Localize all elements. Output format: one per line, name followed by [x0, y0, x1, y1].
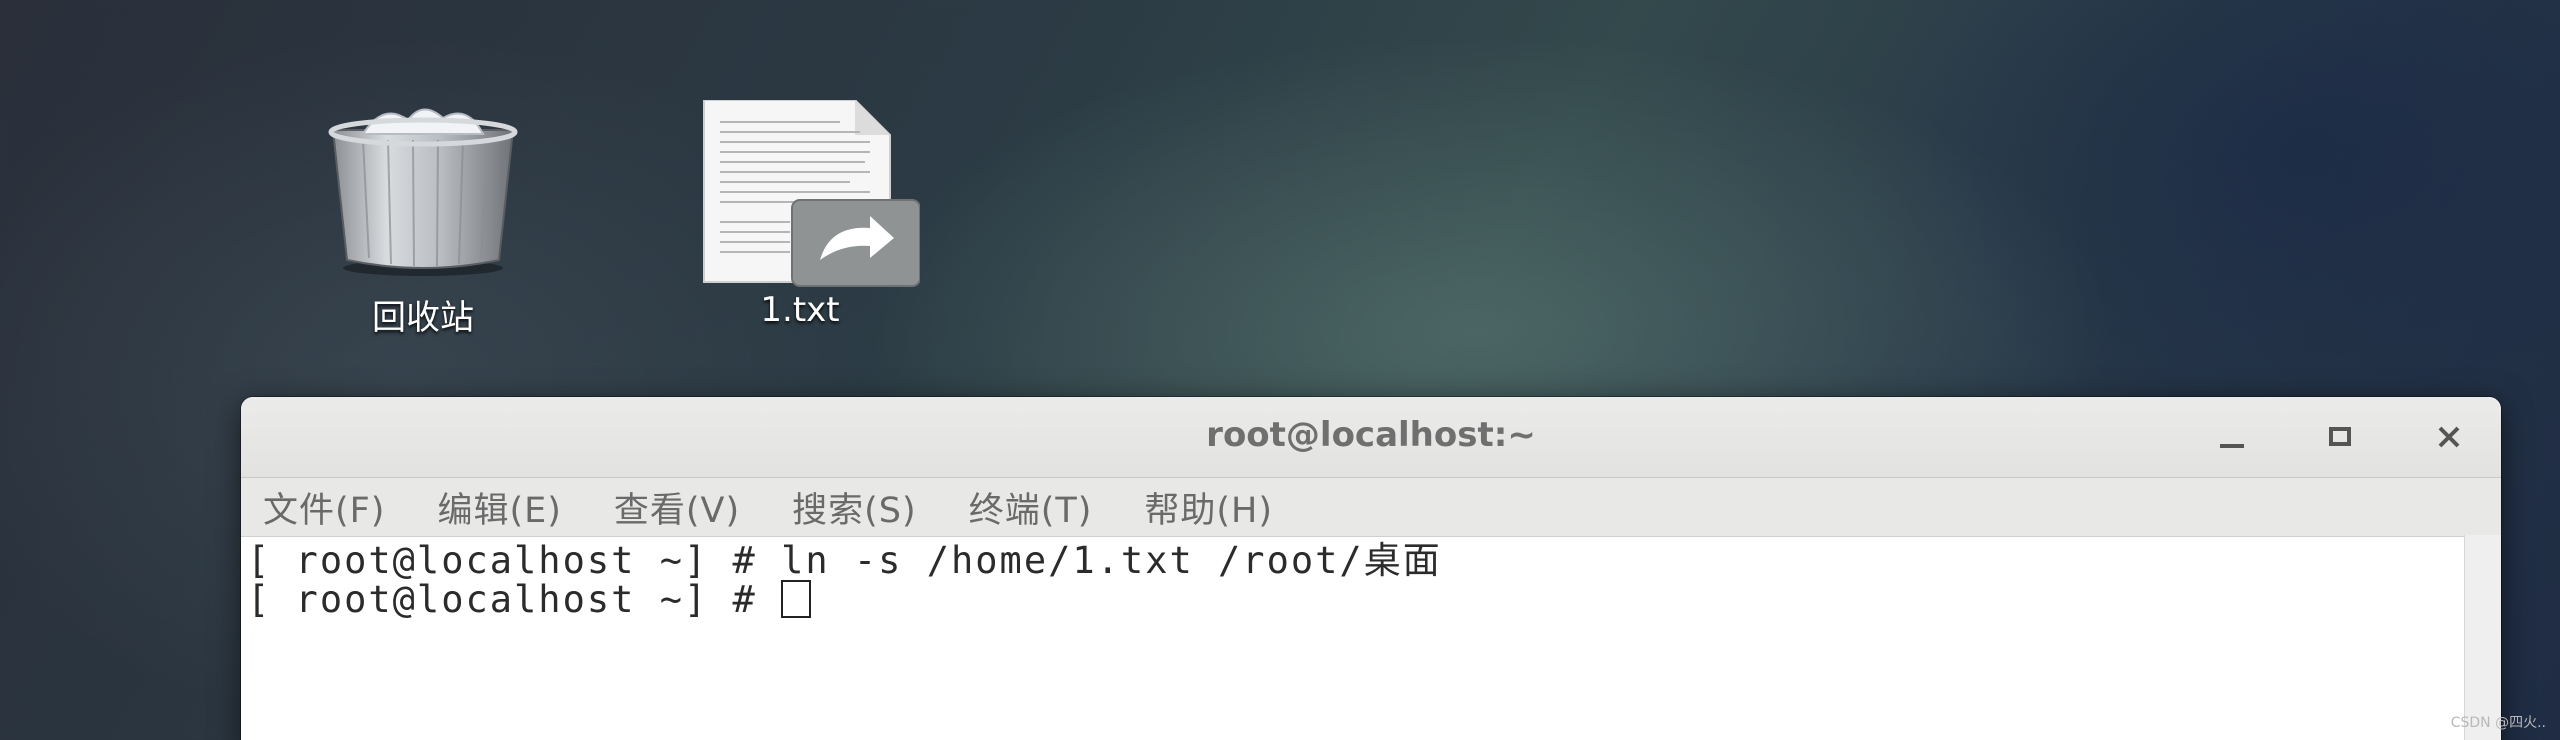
prompt-text: [ root@localhost ~] #	[247, 578, 782, 621]
terminal-window: root@localhost:~ 文件(F) 编辑(E) 查看(V) 搜索(S)…	[241, 397, 2501, 740]
menu-terminal[interactable]: 终端(T)	[969, 482, 1093, 533]
trash-icon	[328, 108, 518, 276]
terminal-titlebar[interactable]: root@localhost:~	[241, 397, 2501, 478]
menu-view[interactable]: 查看(V)	[614, 482, 740, 533]
file-label: 1.txt	[760, 290, 840, 330]
trash-label: 回收站	[372, 298, 474, 338]
minimize-button[interactable]	[2206, 411, 2258, 463]
menu-search[interactable]: 搜索(S)	[792, 482, 917, 533]
menu-bar: 文件(F) 编辑(E) 查看(V) 搜索(S) 终端(T) 帮助(H)	[241, 478, 2501, 537]
minimize-icon	[2220, 444, 2244, 448]
maximize-button[interactable]	[2314, 411, 2366, 463]
desktop-icon-file[interactable]: 1.txt	[680, 100, 920, 340]
maximize-icon	[2329, 427, 2351, 446]
terminal-scrollbar[interactable]	[2464, 535, 2501, 740]
watermark: CSDN @四火..	[2450, 715, 2546, 731]
terminal-prompt-line: [ root@localhost ~] #	[247, 580, 2501, 619]
text-cursor	[781, 580, 812, 618]
menu-file[interactable]: 文件(F)	[263, 482, 385, 533]
terminal-output[interactable]: [ root@localhost ~] # ln -s /home/1.txt …	[241, 537, 2501, 740]
window-title: root@localhost:~	[1206, 415, 1536, 455]
close-button[interactable]	[2423, 411, 2475, 463]
menu-edit[interactable]: 编辑(E)	[437, 482, 561, 533]
menu-help[interactable]: 帮助(H)	[1144, 482, 1273, 533]
close-icon	[2438, 426, 2460, 448]
desktop-icon-trash[interactable]: 回收站	[303, 100, 543, 340]
text-file-link-icon	[703, 100, 920, 287]
terminal-line: [ root@localhost ~] # ln -s /home/1.txt …	[247, 539, 1442, 582]
